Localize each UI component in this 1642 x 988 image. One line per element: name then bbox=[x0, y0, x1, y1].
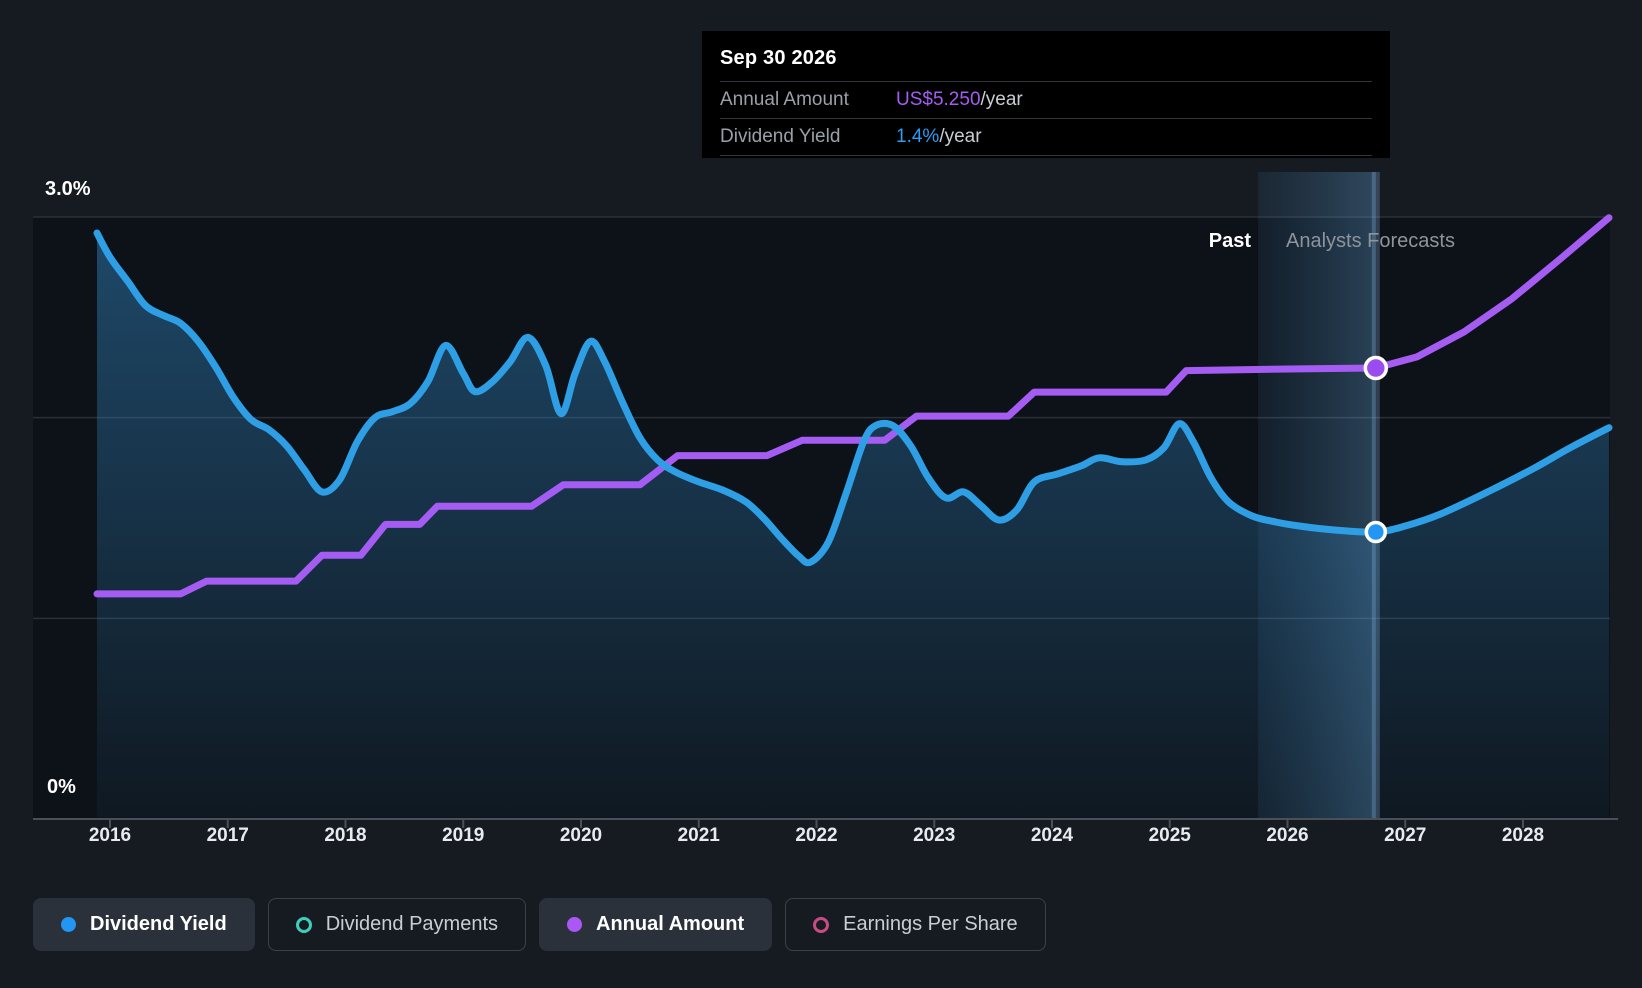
legend-earnings-per-share-button[interactable]: Earnings Per Share bbox=[785, 898, 1046, 951]
x-axis-year-label: 2026 bbox=[1248, 825, 1328, 847]
x-axis-year-label: 2028 bbox=[1483, 825, 1563, 847]
analysts-forecast-band bbox=[1258, 172, 1376, 819]
chart-tooltip: Sep 30 2026 Annual Amount US$5.250/year … bbox=[702, 31, 1390, 158]
legend-earnings-per-share-label: Earnings Per Share bbox=[843, 913, 1018, 936]
dividend-yield-hover-marker[interactable] bbox=[1366, 523, 1385, 542]
legend-dividend-yield-button[interactable]: Dividend Yield bbox=[33, 898, 255, 951]
legend-dividend-yield-label: Dividend Yield bbox=[90, 913, 227, 936]
legend-annual-amount-button[interactable]: Annual Amount bbox=[539, 898, 772, 951]
tooltip-annual-amount-value: US$5.250/year bbox=[896, 89, 1023, 111]
dividend-yield-dot-icon bbox=[61, 917, 76, 932]
dividend-chart-page: Sep 30 2026 Annual Amount US$5.250/year … bbox=[0, 0, 1642, 988]
past-region-label: Past bbox=[1095, 230, 1251, 253]
earnings-per-share-ring-icon bbox=[813, 917, 829, 933]
annual-amount-dot-icon bbox=[567, 917, 582, 932]
x-axis-year-label: 2025 bbox=[1130, 825, 1210, 847]
legend-annual-amount-label: Annual Amount bbox=[596, 913, 744, 936]
x-axis-year-label: 2017 bbox=[188, 825, 268, 847]
x-axis-year-label: 2021 bbox=[659, 825, 739, 847]
x-axis-year-label: 2020 bbox=[541, 825, 621, 847]
tooltip-row-annual-amount: Annual Amount US$5.250/year bbox=[720, 81, 1372, 118]
x-axis-year-label: 2024 bbox=[1012, 825, 1092, 847]
legend-dividend-payments-label: Dividend Payments bbox=[326, 913, 498, 936]
x-axis-year-label: 2023 bbox=[894, 825, 974, 847]
tooltip-annual-amount-label: Annual Amount bbox=[720, 89, 896, 111]
analysts-forecasts-region-label: Analysts Forecasts bbox=[1286, 230, 1455, 253]
tooltip-row-dividend-yield: Dividend Yield 1.4%/year bbox=[720, 118, 1372, 156]
x-axis-year-label: 2016 bbox=[70, 825, 150, 847]
x-axis-year-label: 2019 bbox=[423, 825, 503, 847]
annual-amount-hover-marker[interactable] bbox=[1365, 358, 1386, 379]
x-axis-year-label: 2022 bbox=[777, 825, 857, 847]
dividend-payments-ring-icon bbox=[296, 917, 312, 933]
y-axis-zero-label: 0% bbox=[47, 776, 76, 799]
tooltip-date: Sep 30 2026 bbox=[720, 39, 1372, 81]
hover-line bbox=[1372, 172, 1380, 819]
tooltip-dividend-yield-label: Dividend Yield bbox=[720, 126, 896, 148]
x-axis-year-label: 2018 bbox=[306, 825, 386, 847]
x-axis-year-label: 2027 bbox=[1365, 825, 1445, 847]
legend-dividend-payments-button[interactable]: Dividend Payments bbox=[268, 898, 526, 951]
tooltip-dividend-yield-value: 1.4%/year bbox=[896, 126, 982, 148]
y-axis-max-label: 3.0% bbox=[45, 178, 91, 201]
chart-legend: Dividend Yield Dividend Payments Annual … bbox=[33, 898, 1046, 951]
